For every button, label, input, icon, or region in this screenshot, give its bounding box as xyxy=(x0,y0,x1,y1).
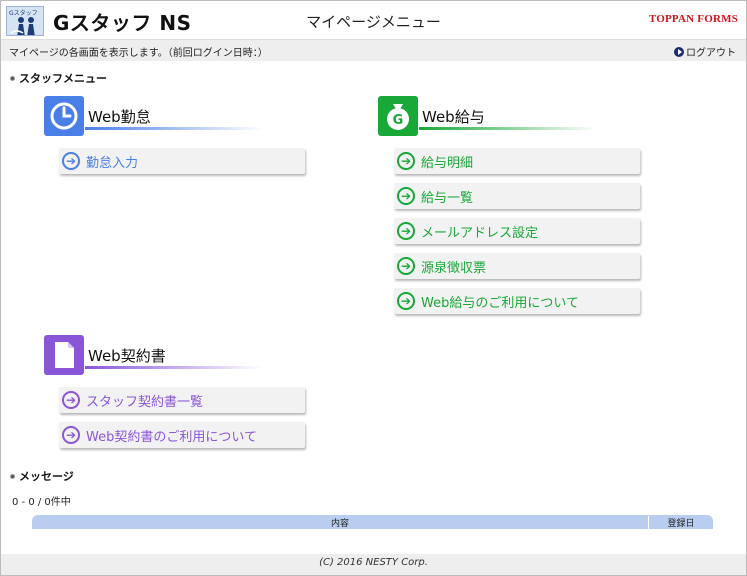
menu-button-label: 源泉徴収票 xyxy=(421,260,487,276)
money-bag-icon: G xyxy=(378,96,418,136)
footer: (C) 2016 NESTY Corp. xyxy=(1,554,746,575)
group-underline xyxy=(85,127,263,130)
logout-label: ログアウト xyxy=(686,48,736,59)
status-bar: マイページの各画面を表示します。（前回ログイン日時：） ログアウト xyxy=(1,39,746,61)
arrow-right-icon: ➔ xyxy=(62,391,80,409)
document-icon xyxy=(44,335,84,375)
arrow-right-icon: ➔ xyxy=(397,292,415,310)
menu-button-label: スタッフ契約書一覧 xyxy=(86,394,204,410)
menu-button-label: Web契約書のご利用について xyxy=(86,429,257,445)
group-title-kyuyo: Web給与 xyxy=(422,108,485,126)
arrow-right-icon: ➔ xyxy=(62,152,80,170)
arrow-right-icon: ➔ xyxy=(397,152,415,170)
group-title-kintai: Web勤怠 xyxy=(88,108,151,126)
menu-button-payslip[interactable]: ➔ 給与明細 xyxy=(394,148,640,174)
header: Gスタッフ Gスタッフ NS マイページメニュー TOPPAN FORMS xyxy=(1,1,746,39)
group-underline xyxy=(85,366,263,369)
clock-icon xyxy=(44,96,84,136)
menu-button-label: 勤怠入力 xyxy=(86,155,139,171)
menu-button-pay-list[interactable]: ➔ 給与一覧 xyxy=(394,183,640,209)
menu-button-withholding-slip[interactable]: ➔ 源泉徴収票 xyxy=(394,253,640,279)
svg-text:G: G xyxy=(393,113,404,128)
staff-menu-heading: スタッフメニュー xyxy=(10,70,107,86)
column-header-date[interactable]: 登録日 xyxy=(649,516,713,529)
logout-link[interactable]: ログアウト xyxy=(674,44,736,59)
status-text: マイページの各画面を表示します。（前回ログイン日時：） xyxy=(9,48,268,59)
arrow-right-icon: ➔ xyxy=(397,257,415,275)
play-circle-icon xyxy=(674,46,684,57)
arrow-right-icon: ➔ xyxy=(62,426,80,444)
menu-button-keiyaku-guide[interactable]: ➔ Web契約書のご利用について xyxy=(59,422,305,448)
arrow-right-icon: ➔ xyxy=(397,187,415,205)
menu-button-label: 給与明細 xyxy=(421,155,474,171)
messages-heading: メッセージ xyxy=(10,468,74,484)
message-count: 0 - 0 / 0件中 xyxy=(12,497,71,508)
menu-button-kintai-input[interactable]: ➔ 勤怠入力 xyxy=(59,148,305,174)
column-header-content[interactable]: 内容 xyxy=(32,516,649,529)
arrow-right-icon: ➔ xyxy=(397,222,415,240)
menu-button-kyuyo-guide[interactable]: ➔ Web給与のご利用について xyxy=(394,288,640,314)
menu-button-email-settings[interactable]: ➔ メールアドレス設定 xyxy=(394,218,640,244)
menu-button-label: 給与一覧 xyxy=(421,190,474,206)
menu-button-label: Web給与のご利用について xyxy=(421,295,579,311)
bullet-icon xyxy=(10,473,15,479)
bullet-icon xyxy=(10,75,15,81)
group-title-keiyaku: Web契約書 xyxy=(88,347,166,365)
menu-button-label: メールアドレス設定 xyxy=(421,225,539,241)
brand-logo: TOPPAN FORMS xyxy=(648,13,738,25)
page-title: マイページメニュー xyxy=(306,13,441,31)
menu-button-contract-list[interactable]: ➔ スタッフ契約書一覧 xyxy=(59,387,305,413)
group-underline xyxy=(419,127,597,130)
staff-menu-heading-label: スタッフメニュー xyxy=(19,72,107,85)
message-table-header: 内容 登録日 xyxy=(32,515,713,529)
messages-heading-label: メッセージ xyxy=(19,470,74,483)
